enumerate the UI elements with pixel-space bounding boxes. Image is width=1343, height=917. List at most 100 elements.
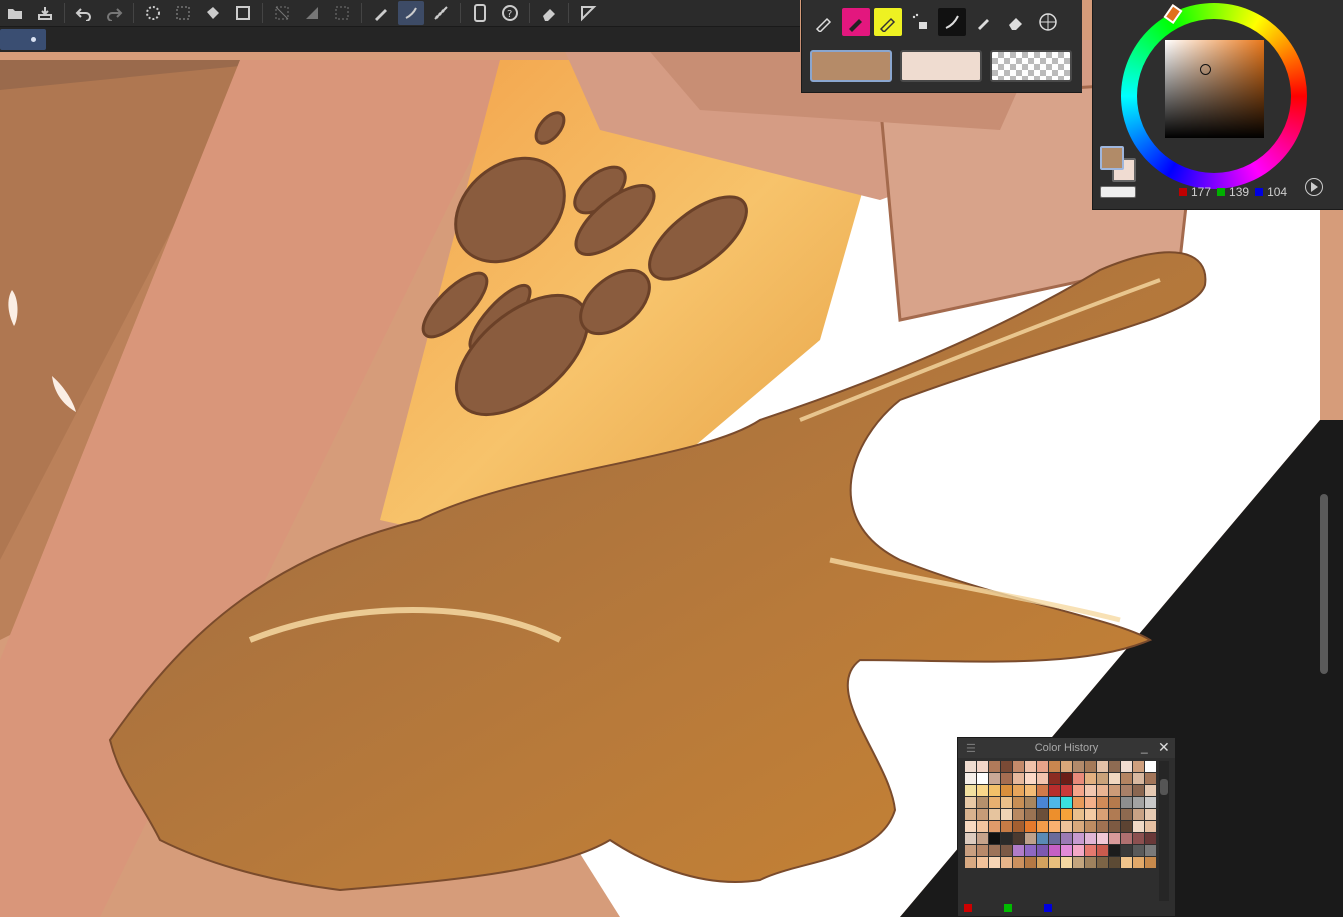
color-history-swatch[interactable] — [1037, 797, 1049, 809]
color-history-swatch[interactable] — [1085, 785, 1097, 797]
color-history-swatch[interactable] — [1049, 809, 1061, 821]
color-history-swatch[interactable] — [1025, 821, 1037, 833]
color-history-swatch[interactable] — [1049, 785, 1061, 797]
color-history-swatch[interactable] — [977, 845, 989, 857]
color-history-swatch[interactable] — [1085, 833, 1097, 845]
color-history-swatch[interactable] — [989, 809, 1001, 821]
sv-cursor[interactable] — [1200, 64, 1211, 75]
color-history-swatch[interactable] — [1049, 821, 1061, 833]
deselect-icon[interactable] — [269, 1, 295, 25]
color-history-swatch[interactable] — [1097, 857, 1109, 869]
color-history-swatch[interactable] — [989, 761, 1001, 773]
color-history-swatch[interactable] — [965, 857, 977, 869]
color-history-swatch[interactable] — [1013, 761, 1025, 773]
color-history-swatch[interactable] — [1097, 785, 1109, 797]
color-history-swatch[interactable] — [1037, 821, 1049, 833]
color-history-swatch[interactable] — [1133, 809, 1145, 821]
panel-menu-icon[interactable]: ☰ — [966, 742, 976, 755]
color-history-swatch[interactable] — [1037, 773, 1049, 785]
saturation-value-square[interactable] — [1165, 40, 1264, 138]
clear-icon[interactable] — [140, 1, 166, 25]
save-icon[interactable] — [32, 1, 58, 25]
document-tab[interactable] — [0, 29, 46, 50]
color-history-swatch[interactable] — [1085, 809, 1097, 821]
color-history-swatch[interactable] — [1025, 773, 1037, 785]
color-history-swatch[interactable] — [1049, 773, 1061, 785]
color-history-swatch[interactable] — [1121, 857, 1133, 869]
color-history-swatch[interactable] — [1061, 857, 1073, 869]
color-history-swatch[interactable] — [965, 809, 977, 821]
color-history-swatch[interactable] — [989, 773, 1001, 785]
close-button[interactable]: ✕ — [1158, 739, 1170, 756]
color-history-swatch[interactable] — [1001, 785, 1013, 797]
color-history-swatch[interactable] — [1097, 845, 1109, 857]
color-history-swatch[interactable] — [1013, 797, 1025, 809]
color-history-swatch[interactable] — [1121, 797, 1133, 809]
color-history-swatch[interactable] — [1013, 821, 1025, 833]
color-history-swatch[interactable] — [1061, 809, 1073, 821]
color-history-swatch[interactable] — [1073, 833, 1085, 845]
color-history-swatch[interactable] — [1061, 833, 1073, 845]
color-history-swatch[interactable] — [965, 773, 977, 785]
color-history-swatch[interactable] — [1013, 785, 1025, 797]
color-history-swatch[interactable] — [1109, 785, 1121, 797]
main-color-swatch[interactable] — [810, 50, 892, 82]
color-history-swatch[interactable] — [989, 785, 1001, 797]
color-history-swatch[interactable] — [1001, 845, 1013, 857]
color-history-swatch[interactable] — [1013, 809, 1025, 821]
transparent-toggle[interactable] — [1100, 186, 1136, 198]
color-history-swatch[interactable] — [1085, 857, 1097, 869]
brush-tool-icon[interactable] — [938, 8, 966, 36]
color-history-swatch[interactable] — [977, 797, 989, 809]
color-history-swatch[interactable] — [977, 785, 989, 797]
color-history-swatch[interactable] — [1097, 809, 1109, 821]
color-history-swatch[interactable] — [1109, 833, 1121, 845]
transform-icon[interactable] — [230, 1, 256, 25]
color-history-swatch[interactable] — [1013, 773, 1025, 785]
color-history-swatch[interactable] — [1073, 773, 1085, 785]
color-history-swatch[interactable] — [1025, 761, 1037, 773]
color-history-swatch[interactable] — [1145, 785, 1157, 797]
airbrush-icon[interactable] — [906, 8, 934, 36]
color-history-swatch[interactable] — [1121, 821, 1133, 833]
color-history-swatch[interactable] — [1097, 821, 1109, 833]
main-color-indicator[interactable] — [1100, 146, 1124, 170]
color-history-swatch[interactable] — [1061, 773, 1073, 785]
eraser-tool-icon[interactable] — [1002, 8, 1030, 36]
canvas-vertical-scrollbar[interactable] — [1320, 494, 1328, 674]
color-history-swatch[interactable] — [1133, 761, 1145, 773]
color-history-swatch[interactable] — [1001, 797, 1013, 809]
color-history-swatch[interactable] — [1013, 845, 1025, 857]
color-history-swatch[interactable] — [1037, 833, 1049, 845]
color-history-swatch[interactable] — [977, 821, 989, 833]
highlighter-icon[interactable] — [874, 8, 902, 36]
color-history-swatch[interactable] — [1133, 773, 1145, 785]
color-history-swatch[interactable] — [1049, 857, 1061, 869]
color-history-swatch[interactable] — [1049, 761, 1061, 773]
color-history-swatch[interactable] — [1145, 773, 1157, 785]
color-history-swatch[interactable] — [1073, 821, 1085, 833]
color-history-swatch[interactable] — [965, 821, 977, 833]
color-history-swatch[interactable] — [1109, 797, 1121, 809]
color-history-swatch[interactable] — [1037, 761, 1049, 773]
color-history-swatch[interactable] — [1133, 845, 1145, 857]
color-history-swatch[interactable] — [1049, 797, 1061, 809]
select-all-icon[interactable] — [329, 1, 355, 25]
color-history-swatch[interactable] — [1073, 761, 1085, 773]
color-history-swatch[interactable] — [1133, 797, 1145, 809]
color-history-swatch[interactable] — [1001, 821, 1013, 833]
color-history-swatch[interactable] — [1133, 833, 1145, 845]
color-history-swatch[interactable] — [989, 857, 1001, 869]
color-history-swatch[interactable] — [1013, 833, 1025, 845]
smartphone-icon[interactable] — [467, 1, 493, 25]
fill-icon[interactable] — [200, 1, 226, 25]
help-icon[interactable]: ? — [497, 1, 523, 25]
color-history-swatch[interactable] — [977, 857, 989, 869]
color-history-swatch[interactable] — [1133, 821, 1145, 833]
color-history-swatch[interactable] — [1145, 845, 1157, 857]
grid-icon[interactable] — [1034, 8, 1062, 36]
color-history-swatch[interactable] — [1097, 797, 1109, 809]
color-history-swatch[interactable] — [1085, 821, 1097, 833]
color-history-swatch[interactable] — [1097, 761, 1109, 773]
select-icon[interactable] — [170, 1, 196, 25]
